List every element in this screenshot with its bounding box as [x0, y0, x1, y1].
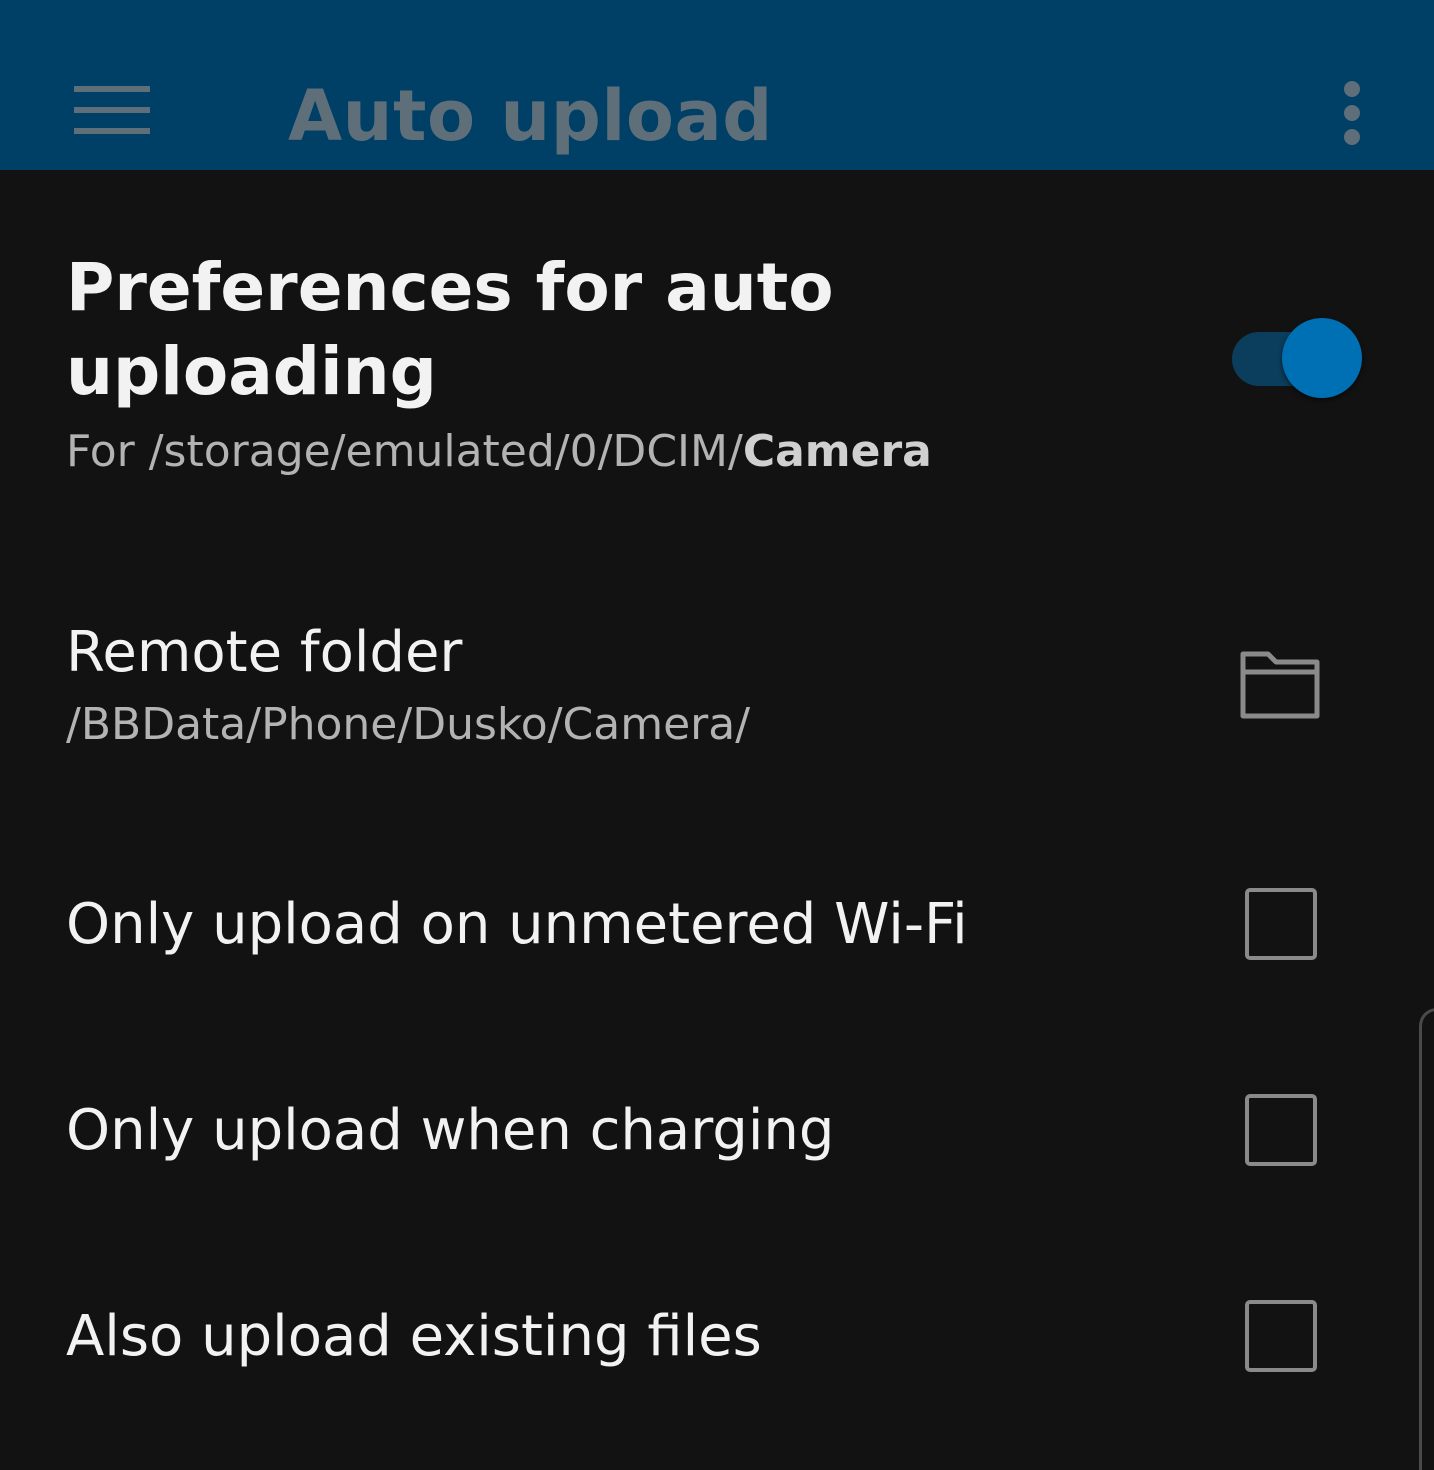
auto-upload-screen: Auto upload Preferences for auto uploadi…: [0, 0, 1434, 1470]
unmetered-wifi-checkbox[interactable]: [1245, 888, 1317, 960]
app-bar: Auto upload: [0, 0, 1434, 170]
unmetered-wifi-label: Only upload on unmetered Wi-Fi: [66, 892, 968, 957]
overflow-menu-button[interactable]: [1322, 72, 1382, 156]
page-title: Auto upload: [288, 75, 773, 157]
menu-button[interactable]: [60, 70, 164, 154]
existing-files-row[interactable]: Also upload existing files: [0, 1252, 1434, 1422]
charging-checkbox[interactable]: [1245, 1094, 1317, 1166]
remote-folder-title: Remote folder: [66, 620, 463, 685]
charging-row[interactable]: Only upload when charging: [0, 1046, 1434, 1216]
charging-label: Only upload when charging: [66, 1098, 835, 1163]
preferences-toggle-row[interactable]: Preferences for auto uploading For /stor…: [0, 170, 1434, 560]
unmetered-wifi-row[interactable]: Only upload on unmetered Wi-Fi: [0, 840, 1434, 1010]
auto-upload-switch[interactable]: [1232, 318, 1364, 400]
remote-folder-path: /BBData/Phone/Dusko/Camera/: [66, 699, 751, 750]
existing-files-checkbox[interactable]: [1245, 1300, 1317, 1372]
preferences-title: Preferences for auto uploading: [66, 249, 834, 410]
remote-folder-row[interactable]: Remote folder /BBData/Phone/Dusko/Camera…: [0, 580, 1434, 800]
folder-icon[interactable]: [1238, 648, 1322, 720]
preferences-summary: For /storage/emulated/0/DCIM/Camera: [66, 426, 932, 477]
existing-files-label: Also upload existing files: [66, 1304, 762, 1369]
scrollbar[interactable]: [1419, 1008, 1434, 1470]
switch-thumb: [1282, 318, 1362, 398]
